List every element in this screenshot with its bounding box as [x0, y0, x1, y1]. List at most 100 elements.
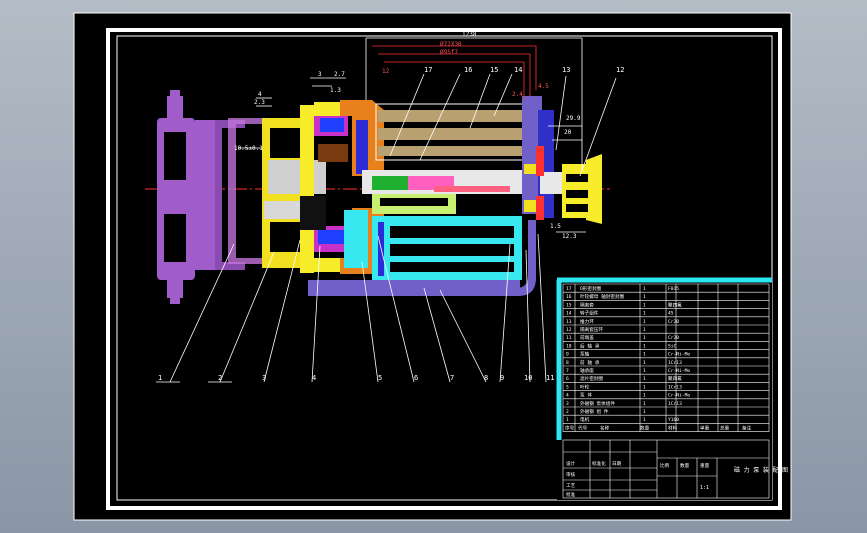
dim-a: 12 [382, 68, 390, 75]
table-header-cell: 代号 [578, 424, 588, 431]
callout-13: 13 [562, 66, 570, 74]
table-header-cell: 数量 [640, 424, 650, 431]
table-cell: 9 [566, 352, 569, 358]
dim-g: 10.5±0.1 [234, 145, 263, 152]
table-cell: 14 [566, 311, 572, 317]
table-cell: 1 [643, 409, 646, 415]
table-cell: SiC [668, 343, 677, 349]
callout-8: 8 [484, 374, 488, 382]
dim-b: 3 [318, 71, 322, 78]
table-cell: 1 [643, 319, 646, 325]
table-cell: 1 [643, 294, 646, 300]
label-standard: 标准化 [592, 460, 606, 467]
dim-top: 1238 [462, 31, 477, 38]
label-qty: 数量 [680, 462, 690, 469]
table-cell: 电机 [580, 416, 590, 423]
table-cell: 外磁钢 组 件 [580, 408, 609, 415]
table-cell: 12 [566, 327, 572, 333]
label-date: 日期 [612, 461, 622, 467]
table-cell: 外磁钢 泵体组件 [580, 400, 615, 407]
callout-16: 16 [464, 66, 472, 74]
table-cell: 泵轴 [580, 351, 590, 358]
table-cell: 1 [643, 343, 646, 349]
table-cell: F015 [668, 286, 679, 292]
scale-value: 1:1 [700, 485, 709, 491]
table-header-cell: 备注 [742, 424, 752, 431]
label-design: 设计 [566, 460, 576, 467]
callout-5: 5 [378, 374, 382, 382]
table-cell: Cr20 [668, 319, 679, 325]
callout-2: 2 [218, 374, 222, 382]
table-header-cell: 总重 [720, 424, 730, 431]
label-scale: 比例 [660, 462, 670, 469]
dim-c: 2.7 [334, 71, 345, 78]
table-cell: Cr-Ni-Mo [668, 368, 690, 374]
table-cell: Cr20 [668, 335, 679, 341]
cad-viewport[interactable]: 1238 Ø72X30 Ø95f7 12 3 2.7 1.3 4 2.3 10.… [0, 0, 867, 533]
table-cell: 1 [643, 335, 646, 341]
dim-f: 2.3 [254, 99, 265, 106]
table-cell: 1 [643, 376, 646, 382]
table-cell: 10 [566, 343, 572, 349]
table-cell: 叶轮 [580, 383, 590, 390]
table-cell: 1 [643, 352, 646, 358]
drawing-title: 磁 力 泵 装 配 图 [734, 466, 788, 474]
rotor-bars [375, 103, 531, 161]
dim-r2: Ø95f7 [440, 49, 458, 56]
table-cell: 泵 体 [580, 392, 592, 399]
callout-7: 7 [450, 374, 454, 382]
table-cell: 1 [643, 311, 646, 317]
table-cell: 2 [566, 409, 569, 415]
table-header-cell: 名称 [600, 424, 610, 431]
callout-3: 3 [262, 374, 266, 382]
table-cell: 1Cr13 [668, 360, 682, 366]
table-cell: 1 [643, 401, 646, 407]
table-cell: 后 轴 承 [580, 342, 600, 349]
label-weight: 重量 [700, 462, 710, 469]
callout-6: 6 [414, 374, 418, 382]
table-cell: 隔离套 [580, 301, 594, 308]
callout-11: 11 [546, 374, 554, 382]
table-cell: 1 [643, 327, 646, 333]
dim-l: 12.3 [562, 233, 577, 240]
table-cell: Y160 [668, 417, 679, 423]
callout-14: 14 [514, 66, 522, 74]
dim-m: 1.5 [550, 223, 561, 230]
table-header-cell: 材料 [668, 424, 678, 431]
table-cell: 1Cr13 [668, 384, 682, 390]
table-cell: 1 [643, 286, 646, 292]
dim-k: 20 [564, 129, 572, 136]
callout-9: 9 [500, 374, 504, 382]
dim-j: 29.9 [566, 115, 581, 122]
table-cell: 11 [566, 335, 572, 341]
table-cell: O形密封圈 [580, 285, 602, 292]
table-cell: 推力环 [580, 318, 594, 325]
table-cell: 7 [566, 368, 569, 374]
table-header-cell: 单重 [700, 424, 710, 431]
table-cell: 1 [643, 417, 646, 423]
table-cell: 6 [566, 376, 569, 382]
table-cell: 前 轴 承 [580, 359, 600, 366]
label-review: 审核 [566, 471, 576, 478]
dim-h: 2.4 [512, 91, 523, 98]
table-cell: 滤片密封圈 [580, 375, 603, 382]
table-cell: 8 [566, 360, 569, 366]
dim-e: 4 [258, 91, 262, 98]
table-cell: 1 [643, 360, 646, 366]
table-cell: 1 [643, 384, 646, 390]
table-cell: 17 [566, 286, 572, 292]
table-cell: 前端盖 [580, 334, 594, 341]
table-cell: 隔离套压环 [580, 326, 603, 333]
callout-17: 17 [424, 66, 432, 74]
callout-15: 15 [490, 66, 498, 74]
table-cell: 1 [643, 393, 646, 399]
table-cell: 1 [643, 368, 646, 374]
callout-10: 10 [524, 374, 532, 382]
dim-r1: Ø72X30 [440, 41, 462, 48]
table-cell: 15 [566, 302, 572, 308]
table-cell: 3 [566, 401, 569, 407]
callout-12: 12 [616, 66, 624, 74]
table-cell: 1 [566, 417, 569, 423]
label-approve: 批准 [566, 491, 576, 498]
dim-i: 4.5 [538, 83, 549, 90]
